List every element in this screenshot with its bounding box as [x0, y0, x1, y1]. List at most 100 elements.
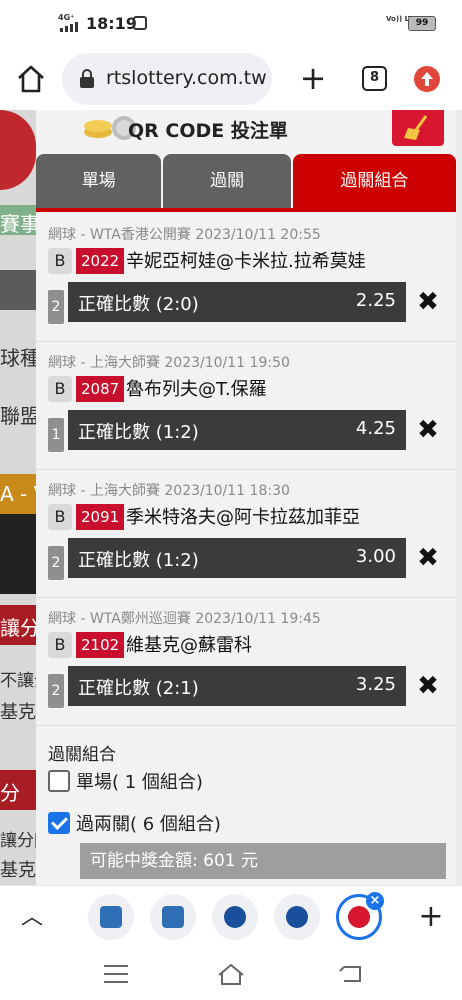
- tab-underline: [36, 208, 456, 212]
- pinned-site-1[interactable]: [88, 894, 134, 940]
- arrow-up-icon: [421, 72, 433, 86]
- bet-count: 2: [48, 546, 64, 580]
- nav-home-icon[interactable]: [216, 961, 246, 987]
- tab-parlay[interactable]: 過關: [163, 154, 291, 208]
- bg-text: 讓分: [0, 616, 40, 640]
- close-icon[interactable]: ✖: [414, 544, 442, 572]
- url-text[interactable]: rtslottery.com.tw: [106, 67, 267, 89]
- home-icon[interactable]: [14, 62, 48, 96]
- checkbox[interactable]: [48, 770, 70, 792]
- tab-single[interactable]: 單場: [36, 154, 162, 208]
- bet-selection: 正確比數 (1:2) 3.00: [68, 538, 406, 578]
- combo-option-single[interactable]: 單場( 1 個組合): [48, 768, 203, 794]
- selection-label: 正確比數 (1:2): [78, 550, 199, 571]
- address-bar[interactable]: rtslottery.com.tw: [62, 53, 272, 105]
- selection-label: 正確比數 (1:2): [78, 422, 199, 443]
- bet-selection: 正確比數 (1:2) 4.25: [68, 410, 406, 450]
- mode-tabs: 單場 過關 過關組合: [36, 154, 456, 210]
- potential-prize: 可能中獎金額: 601 元: [80, 843, 446, 879]
- close-badge-icon[interactable]: ×: [366, 892, 384, 910]
- bet-type-badge: B: [48, 376, 72, 402]
- tab-parlay-combo[interactable]: 過關組合: [292, 154, 456, 208]
- combo-option-label: 單場( 1 個組合): [76, 772, 203, 793]
- selection-odds: 3.00: [355, 546, 396, 567]
- modal-header: QR CODE 投注單: [36, 110, 456, 154]
- selection-odds: 4.25: [355, 418, 396, 439]
- selection-odds: 3.25: [355, 674, 396, 695]
- back-icon[interactable]: [338, 963, 364, 985]
- tab-switcher-button[interactable]: 8: [362, 66, 387, 91]
- bet-slip-modal: QR CODE 投注單 單場 過關 過關組合 網球 - WTA香港公開賽 202…: [36, 110, 456, 885]
- bet-teams: 辛妮亞柯娃@卡米拉.拉希莫娃: [126, 251, 366, 272]
- bottom-tab-bar: ︿ × +: [0, 885, 462, 949]
- selection-label: 正確比數 (2:0): [78, 294, 199, 315]
- bet-code: 2091: [76, 504, 125, 530]
- bet-type-badge: B: [48, 632, 72, 658]
- bet-selection: 正確比數 (2:1) 3.25: [68, 666, 406, 706]
- chevron-up-icon[interactable]: ︿: [18, 904, 46, 932]
- combo-section: 過關組合 單場( 1 個組合) 過兩關( 6 個組合) 可能中獎金額: 601 …: [36, 730, 456, 885]
- close-icon[interactable]: ✖: [414, 672, 442, 700]
- lock-icon[interactable]: [78, 69, 96, 89]
- broom-icon: [404, 115, 428, 140]
- combo-option-two-legs[interactable]: 過兩關( 6 個組合): [48, 810, 221, 836]
- bg-text: 基克: [0, 702, 36, 723]
- site-logo: [0, 110, 36, 190]
- close-icon[interactable]: ✖: [414, 416, 442, 444]
- bet-item: 網球 - WTA鄭州巡迴賽 2023/10/11 19:45 B 2102 維基…: [36, 598, 456, 726]
- system-nav-bar: [0, 949, 462, 1000]
- update-icon[interactable]: [414, 66, 440, 92]
- selection-odds: 2.25: [355, 290, 396, 311]
- bet-code: 2102: [76, 632, 125, 658]
- close-icon[interactable]: ✖: [414, 288, 442, 316]
- bg-block: [0, 514, 36, 594]
- bet-item: 網球 - 上海大師賽 2023/10/11 19:50 B 2087 魯布列夫@…: [36, 342, 456, 470]
- bg-text: 球種: [0, 346, 40, 370]
- combo-option-label: 過兩關( 6 個組合): [76, 814, 221, 835]
- site-icon: [224, 906, 246, 928]
- bg-block: [0, 270, 36, 310]
- bet-teams: 維基克@蘇雷科: [126, 635, 252, 656]
- pinned-site-2[interactable]: [150, 894, 196, 940]
- new-tab-button[interactable]: +: [296, 58, 330, 98]
- browser-toolbar: rtslottery.com.tw + 8: [0, 48, 462, 110]
- bg-text: 聯盟: [0, 404, 40, 428]
- bet-meta: 網球 - 上海大師賽 2023/10/11 18:30: [48, 483, 290, 499]
- selection-label: 正確比數 (2:1): [78, 678, 199, 699]
- pinned-site-3[interactable]: [212, 894, 258, 940]
- bet-type-badge: B: [48, 504, 72, 530]
- bet-teams: 季米特洛夫@阿卡拉茲加菲亞: [126, 507, 360, 528]
- clear-button[interactable]: [392, 110, 444, 146]
- signal-icon: [60, 22, 78, 32]
- bet-meta: 網球 - WTA鄭州巡迴賽 2023/10/11 19:45: [48, 611, 321, 627]
- recent-apps-icon[interactable]: [104, 965, 128, 983]
- modal-title: QR CODE 投注單: [128, 120, 288, 142]
- bet-meta: 網球 - WTA香港公開賽 2023/10/11 20:55: [48, 227, 321, 243]
- battery-level: 99: [415, 18, 429, 28]
- bet-type-badge: B: [48, 248, 72, 274]
- bg-text: 賽事: [0, 212, 40, 236]
- bet-item: 網球 - WTA香港公開賽 2023/10/11 20:55 B 2022 辛妮…: [36, 214, 456, 342]
- bg-text: 分: [0, 781, 20, 805]
- site-icon: [348, 906, 370, 928]
- site-icon: [286, 906, 308, 928]
- bet-item: 網球 - 上海大師賽 2023/10/11 18:30 B 2091 季米特洛夫…: [36, 470, 456, 598]
- bet-count: 2: [48, 674, 64, 708]
- clock: 18:19: [86, 14, 137, 33]
- pinned-site-4[interactable]: [274, 894, 320, 940]
- bg-text: 基克: [0, 860, 36, 881]
- bet-code: 2087: [76, 376, 125, 402]
- network-type: 4G⁺: [58, 13, 75, 22]
- site-icon: [162, 906, 184, 928]
- bet-teams: 魯布列夫@T.保羅: [126, 379, 267, 400]
- site-icon: [100, 906, 122, 928]
- bet-count: 2: [48, 290, 64, 324]
- bet-selection: 正確比數 (2:0) 2.25: [68, 282, 406, 322]
- bet-meta: 網球 - 上海大師賽 2023/10/11 19:50: [48, 355, 290, 371]
- battery-icon: 99: [408, 16, 436, 31]
- add-site-button[interactable]: +: [416, 898, 446, 938]
- status-bar: 4G⁺ 18:19 Vo)) LTE 99: [0, 0, 462, 48]
- checkbox-checked[interactable]: [48, 812, 70, 834]
- bet-code: 2022: [76, 248, 125, 274]
- message-icon: [133, 16, 147, 30]
